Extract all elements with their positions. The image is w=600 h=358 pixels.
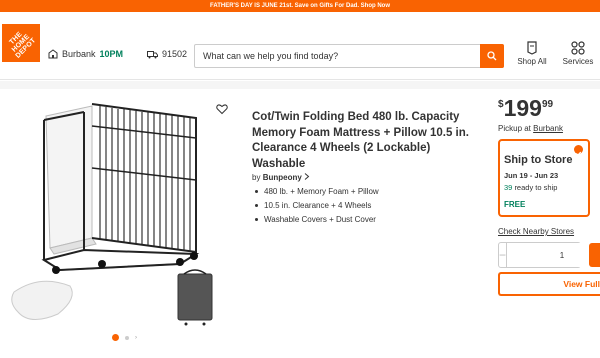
delivery-zip: 91502 bbox=[162, 49, 188, 59]
quantity-decrement-button[interactable]: − bbox=[499, 243, 506, 267]
highlight-item: Washable Covers + Dust Cover bbox=[254, 213, 379, 227]
ship-stock: 39 ready to ship bbox=[504, 183, 557, 192]
gallery-dot-active[interactable] bbox=[112, 334, 119, 341]
ship-to-store-option[interactable]: Ship to Store Jun 19 - Jun 23 39 ready t… bbox=[498, 139, 590, 217]
shop-all-icon bbox=[527, 41, 537, 55]
gallery-dot[interactable] bbox=[125, 335, 129, 340]
quantity-stepper: − + bbox=[498, 242, 600, 268]
nav-shop-all-label: Shop All bbox=[517, 57, 547, 66]
nav-shop-all[interactable]: Shop All bbox=[512, 41, 552, 66]
nav-services-label: Services bbox=[562, 57, 594, 66]
ship-title: Ship to Store bbox=[504, 154, 573, 166]
delivery-zip-selector[interactable]: 91502 bbox=[147, 49, 187, 59]
brand-prefix: by bbox=[252, 173, 261, 182]
view-full-button[interactable]: View Full bbox=[498, 272, 600, 296]
check-nearby-stores-link[interactable]: Check Nearby Stores bbox=[498, 227, 574, 236]
logo-text: THE HOME DEPOT bbox=[8, 30, 38, 60]
pickup-line: Pickup at Burbank bbox=[498, 124, 563, 133]
chevron-right-icon bbox=[304, 173, 310, 180]
ship-cost: FREE bbox=[504, 200, 526, 209]
search-icon bbox=[487, 51, 497, 61]
chevron-right-icon[interactable]: › bbox=[135, 335, 137, 341]
highlight-item: 10.5 in. Clearance + 4 Wheels bbox=[254, 199, 379, 213]
search-button[interactable] bbox=[480, 44, 504, 68]
pickup-store-link[interactable]: Burbank bbox=[533, 124, 563, 133]
ship-dates: Jun 19 - Jun 23 bbox=[504, 171, 559, 180]
highlight-item: 480 lb. + Memory Foam + Pillow bbox=[254, 185, 379, 199]
selected-check-icon bbox=[574, 145, 583, 157]
promo-banner[interactable]: FATHER'S DAY IS JUNE 21st. Save on Gifts… bbox=[0, 0, 600, 12]
product-price: $ 199 99 bbox=[498, 96, 553, 120]
store-selector[interactable]: Burbank 10PM bbox=[48, 49, 123, 59]
stock-suffix: ready to ship bbox=[514, 183, 558, 192]
add-to-cart-button[interactable] bbox=[589, 243, 600, 267]
store-hours: 10PM bbox=[99, 49, 124, 59]
price-dollars: 199 bbox=[503, 95, 542, 121]
truck-icon bbox=[147, 50, 158, 58]
header-divider bbox=[0, 81, 600, 89]
store-icon bbox=[48, 49, 58, 59]
product-image-gallery[interactable] bbox=[0, 98, 240, 346]
product-highlights: 480 lb. + Memory Foam + Pillow 10.5 in. … bbox=[254, 185, 379, 227]
home-depot-logo[interactable]: THE HOME DEPOT bbox=[2, 24, 40, 62]
search-bar bbox=[194, 44, 504, 68]
product-image bbox=[11, 103, 213, 326]
price-cents: 99 bbox=[541, 99, 554, 110]
quantity-input[interactable] bbox=[506, 243, 600, 267]
brand-link[interactable]: Bunpeony bbox=[263, 173, 302, 182]
services-icon bbox=[571, 41, 585, 55]
stock-quantity: 39 bbox=[504, 183, 513, 192]
brand-line: by Bunpeony bbox=[252, 173, 310, 182]
pickup-prefix: Pickup at bbox=[498, 124, 531, 133]
heart-icon[interactable] bbox=[216, 103, 228, 115]
store-name: Burbank bbox=[62, 49, 96, 59]
search-input[interactable] bbox=[195, 45, 480, 67]
nav-services[interactable]: Services bbox=[558, 41, 598, 66]
gallery-pagination: › bbox=[112, 334, 137, 341]
product-title: Cot/Twin Folding Bed 480 lb. Capacity Me… bbox=[252, 111, 469, 170]
